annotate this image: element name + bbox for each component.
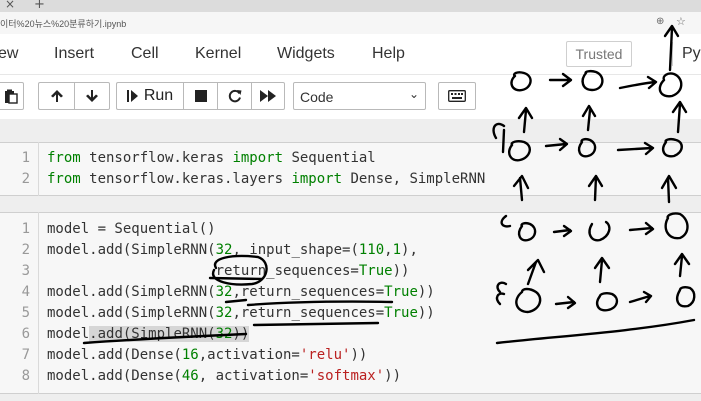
line-number: 6 <box>21 326 30 342</box>
trusted-badge[interactable]: Trusted <box>566 41 632 67</box>
kernel-name: Py <box>682 45 701 62</box>
code-line: model.add(SimpleRNN(32)) <box>47 326 250 342</box>
menu-insert[interactable]: Insert <box>54 45 94 63</box>
paste-button[interactable] <box>0 82 24 110</box>
fast-forward-button[interactable] <box>251 82 285 110</box>
cell-type-select[interactable]: Code ⌄ <box>293 82 426 110</box>
code-line: model = Sequential() <box>47 221 216 237</box>
code-line: model.add(Dense(16,activation='relu')) <box>47 347 368 363</box>
code-cell-model[interactable]: 1 2 3 4 5 6 7 8 model = Sequential() mod… <box>0 212 701 394</box>
line-number-gutter: 1 2 <box>0 142 39 196</box>
kernel-divider <box>672 42 673 66</box>
address-bar[interactable]: 이터%20뉴스%20분류하기.ipynb ⊕ ☆ <box>0 12 701 35</box>
restart-icon <box>228 89 241 103</box>
menu-help[interactable]: Help <box>372 45 405 63</box>
cell-input[interactable] <box>0 212 701 394</box>
line-number: 8 <box>21 368 30 384</box>
code-cell-imports[interactable]: 1 2 from tensorflow.keras import Sequent… <box>0 142 701 196</box>
notebook-menubar: ew Insert Cell Kernel Widgets Help Trust… <box>0 34 701 75</box>
url-text: 이터%20뉴스%20분류하기.ipynb <box>0 19 127 29</box>
line-number: 7 <box>21 347 30 363</box>
run-label: Run <box>143 87 174 104</box>
code-line: model.add(SimpleRNN(32,return_sequences=… <box>47 305 435 321</box>
line-number: 1 <box>21 221 30 237</box>
menu-view[interactable]: ew <box>0 45 18 63</box>
move-down-icon <box>86 90 98 102</box>
line-number: 5 <box>21 305 30 321</box>
new-tab-icon[interactable]: + <box>34 0 45 12</box>
menu-kernel[interactable]: Kernel <box>195 45 241 63</box>
line-number: 4 <box>21 284 30 300</box>
zoom-icon[interactable]: ⊕ <box>656 16 664 27</box>
move-up-icon <box>50 90 63 102</box>
line-number: 1 <box>21 150 30 166</box>
cell-type-value: Code <box>300 89 334 105</box>
restart-button[interactable] <box>217 82 251 110</box>
code-line: model.add(Dense(46, activation='softmax'… <box>47 368 402 384</box>
paste-icon <box>5 89 18 104</box>
close-tab-icon[interactable]: × <box>5 0 15 11</box>
menu-cell[interactable]: Cell <box>131 45 159 63</box>
menu-widgets[interactable]: Widgets <box>277 45 335 63</box>
fast-forward-icon <box>260 90 276 102</box>
stop-icon <box>194 90 207 102</box>
run-button[interactable]: Run <box>116 82 183 110</box>
browser-tab-bar: × + <box>0 0 701 12</box>
line-number: 2 <box>21 171 30 187</box>
chevron-down-icon: ⌄ <box>408 87 419 101</box>
run-icon <box>126 90 138 102</box>
move-up-button[interactable] <box>38 82 74 110</box>
code-line: from tensorflow.keras import Sequential <box>47 150 376 166</box>
code-line: from tensorflow.keras.layers import Dens… <box>47 171 486 187</box>
command-palette-button[interactable] <box>438 82 476 110</box>
line-number-gutter: 1 2 3 4 5 6 7 8 <box>0 212 39 394</box>
code-line: model.add(SimpleRNN(32,return_sequences=… <box>47 284 435 300</box>
line-number: 2 <box>21 242 30 258</box>
code-line: model.add(SimpleRNN(32, input_shape=(110… <box>47 242 418 258</box>
keyboard-icon <box>448 90 466 102</box>
line-number: 3 <box>21 263 30 279</box>
star-icon[interactable]: ☆ <box>676 15 686 28</box>
stop-button[interactable] <box>183 82 217 110</box>
move-down-button[interactable] <box>74 82 110 110</box>
code-line: return_sequences=True)) <box>47 263 410 279</box>
